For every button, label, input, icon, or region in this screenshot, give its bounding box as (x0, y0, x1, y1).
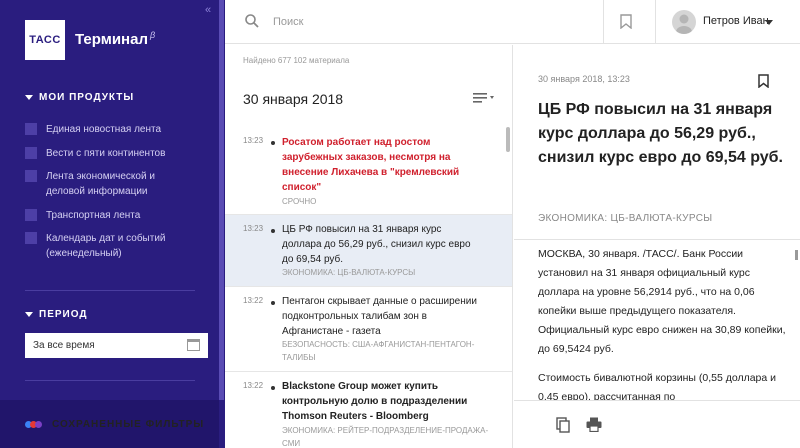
sidebar: « ТАСС Терминал β МОИ ПРОДУКТЫ Единая нов… (0, 0, 225, 448)
bullet (271, 386, 275, 390)
saved-filters-button[interactable]: СОХРАНЕННЫЕ ФИЛЬТРЫ (0, 400, 219, 448)
user-icon (676, 14, 692, 34)
article-body: МОСКВА, 30 января. /ТАСС/. Банк России у… (538, 248, 786, 403)
chevrons-left-icon[interactable]: « (205, 4, 211, 16)
news-list: Найдено 677 102 материала 30 января 2018… (225, 45, 513, 448)
tass-logo: ТАСС (25, 20, 65, 60)
product-item-unified[interactable]: Единая новостная лента (25, 122, 161, 137)
list-item[interactable]: 13:22 Blackstone Group может купить конт… (225, 372, 512, 448)
search-input[interactable] (273, 12, 573, 32)
topbar-divider (603, 0, 604, 44)
search-icon[interactable] (245, 14, 259, 28)
product-checkbox[interactable] (25, 123, 37, 135)
results-count: Найдено 677 102 материала (243, 56, 350, 65)
article-rubric: ЭКОНОМИКА: ЦБ-ВАЛЮТА-КУРСЫ (538, 213, 713, 224)
brand-title: Терминал β (75, 30, 156, 48)
product-item-economy[interactable]: Лента экономической и деловой информации (25, 169, 175, 199)
calendar-icon[interactable] (187, 339, 200, 351)
article-divider (514, 239, 800, 240)
product-checkbox[interactable] (25, 170, 37, 182)
product-item-transport[interactable]: Транспортная лента (25, 208, 140, 223)
copy-icon[interactable] (556, 417, 570, 433)
sort-icon[interactable] (473, 93, 495, 103)
topbar-divider (655, 0, 656, 44)
sidebar-divider (25, 380, 195, 381)
print-icon[interactable] (586, 417, 602, 432)
products-section-toggle[interactable]: МОИ ПРОДУКТЫ (25, 92, 134, 103)
list-item[interactable]: 13:23 ЦБ РФ повысил на 31 января курс до… (225, 215, 512, 286)
topbar: Петров Иван (225, 0, 800, 44)
avatar[interactable] (672, 10, 696, 34)
product-checkbox[interactable] (25, 209, 37, 221)
filters-dots-icon (25, 420, 42, 428)
period-select[interactable]: За все время (25, 333, 208, 358)
bullet (271, 301, 275, 305)
product-checkbox[interactable] (25, 232, 37, 244)
bullet (271, 229, 275, 233)
sidebar-scrollbar[interactable] (219, 0, 224, 400)
dot-purple (35, 420, 42, 428)
article-title: ЦБ РФ повысил на 31 января курс доллара … (538, 101, 783, 166)
bullet (271, 141, 275, 145)
product-item-calendar[interactable]: Календарь дат и событий (еженедельный) (25, 231, 175, 261)
article-scrollbar[interactable] (795, 250, 798, 260)
caret-down-icon (25, 95, 33, 100)
bookmark-icon[interactable] (758, 74, 769, 88)
product-checkbox[interactable] (25, 147, 37, 159)
list-date-heading: 30 января 2018 (243, 91, 344, 107)
article-date: 30 января 2018, 13:23 (538, 74, 630, 84)
caret-down-icon (25, 312, 33, 317)
bookmark-icon[interactable] (620, 14, 632, 29)
chevron-down-icon[interactable] (765, 20, 773, 25)
product-item-continents[interactable]: Вести с пяти континентов (25, 146, 165, 161)
sidebar-divider (25, 290, 195, 291)
list-item[interactable]: 13:23 Росатом работает над ростом зарубе… (225, 127, 512, 210)
list-item[interactable]: 13:22 Пентагон скрывает данные о расшире… (225, 287, 512, 371)
article-panel: 30 января 2018, 13:23 ЦБ РФ повысил на 3… (514, 45, 800, 448)
period-section-toggle[interactable]: ПЕРИОД (25, 309, 88, 320)
article-toolbar (514, 400, 800, 448)
user-name[interactable]: Петров Иван (703, 15, 769, 27)
